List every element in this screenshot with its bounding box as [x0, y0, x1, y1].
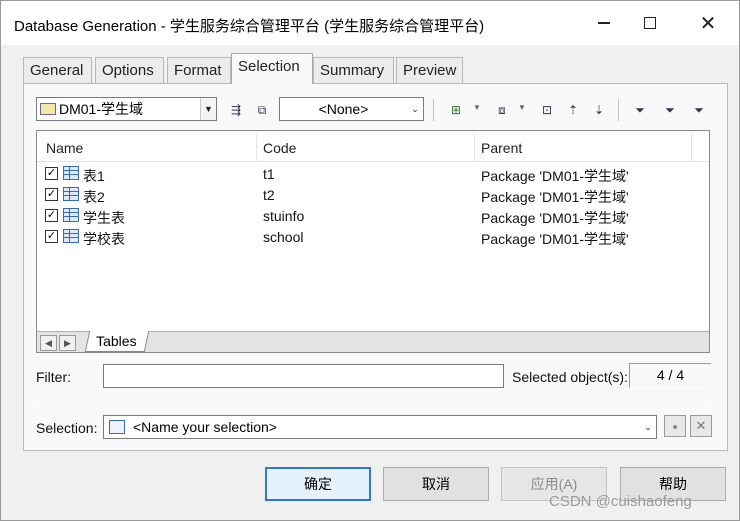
object-list[interactable]: Name Code Parent ✓ 表1 t1 Package 'DM01-学… — [36, 130, 710, 353]
filter-icon[interactable]: ⏷ — [631, 101, 649, 119]
row-code: t1 — [263, 166, 275, 182]
row-name: 表2 — [83, 189, 105, 205]
save-icon: ▪ — [672, 418, 678, 434]
cancel-button[interactable]: 取消 — [383, 467, 489, 501]
move-up-icon[interactable]: ⇡ — [564, 101, 582, 119]
chevron-down-icon: ⌄ — [407, 98, 423, 120]
window-title: Database Generation - 学生服务综合管理平台 (学生服务综合… — [14, 18, 485, 35]
delete-icon: ✕ — [695, 418, 707, 433]
table-row[interactable]: ✓ 表1 t1 Package 'DM01-学生域' — [37, 164, 709, 185]
title-bar: Database Generation - 学生服务综合管理平台 (学生服务综合… — [1, 1, 739, 45]
filter-input[interactable] — [103, 364, 504, 388]
chevron-down-icon[interactable]: ▼ — [518, 103, 526, 112]
row-checkbox[interactable]: ✓ — [45, 230, 58, 243]
package-select-value: DM01-学生域 — [59, 101, 144, 117]
chevron-down-icon: ⌄ — [640, 416, 656, 438]
selected-objects-label: Selected object(s): — [512, 369, 628, 385]
selected-objects-count: 4 / 4 — [629, 363, 711, 388]
table-icon — [63, 187, 79, 201]
table-icon — [63, 229, 79, 243]
selection-filter-value: <None> — [318, 101, 369, 117]
toolbar-separator — [618, 99, 619, 121]
chevron-left-icon: ◀ — [45, 337, 52, 348]
select-all-icon[interactable]: ⊞ — [447, 101, 465, 119]
column-header-name[interactable]: Name — [46, 140, 83, 156]
row-name: 表1 — [83, 168, 105, 184]
row-checkbox[interactable]: ✓ — [45, 188, 58, 201]
toolbar-separator — [433, 99, 434, 121]
selection-name-select[interactable]: <Name your selection> ⌄ — [103, 415, 657, 439]
list-header: Name Code Parent — [37, 131, 709, 162]
watermark: CSDN @cuishaofeng — [549, 493, 692, 510]
scroll-left-button[interactable]: ◀ — [40, 335, 57, 351]
table-icon — [63, 208, 79, 222]
database-generation-dialog: Database Generation - 学生服务综合管理平台 (学生服务综合… — [0, 0, 740, 521]
row-parent: Package 'DM01-学生域' — [481, 231, 629, 247]
selection-list-icon — [109, 420, 125, 434]
scroll-right-button[interactable]: ▶ — [59, 335, 76, 351]
row-checkbox[interactable]: ✓ — [45, 209, 58, 222]
selection-name-value: <Name your selection> — [133, 419, 277, 435]
select-in-diagram-icon[interactable]: ⊡ — [538, 101, 556, 119]
column-header-parent[interactable]: Parent — [481, 140, 522, 156]
chevron-down-icon[interactable]: ▼ — [473, 103, 481, 112]
row-code: school — [263, 229, 304, 245]
tab-format[interactable]: Format — [167, 57, 231, 83]
sheet-tab-strip: ◀ ▶ Tables — [37, 331, 709, 352]
table-row[interactable]: ✓ 学校表 school Package 'DM01-学生域' — [37, 227, 709, 248]
filter-label: Filter: — [36, 369, 71, 385]
save-selection-button[interactable]: ▪ — [664, 415, 686, 437]
minimize-button[interactable] — [581, 1, 627, 45]
column-divider[interactable] — [474, 133, 475, 161]
sheet-tab-tables[interactable]: Tables — [84, 331, 150, 352]
table-row[interactable]: ✓ 学生表 stuinfo Package 'DM01-学生域' — [37, 206, 709, 227]
deselect-all-icon[interactable]: ⧈ — [493, 101, 511, 119]
include-subpackages-icon[interactable]: ⇶ — [227, 101, 245, 119]
selection-label: Selection: — [36, 420, 98, 436]
delete-selection-button[interactable]: ✕ — [690, 415, 712, 437]
row-parent: Package 'DM01-学生域' — [481, 168, 629, 184]
ok-button[interactable]: 确定 — [265, 467, 371, 501]
table-row[interactable]: ✓ 表2 t2 Package 'DM01-学生域' — [37, 185, 709, 206]
row-code: t2 — [263, 187, 275, 203]
row-name: 学校表 — [83, 231, 125, 247]
tab-preview[interactable]: Preview — [396, 57, 463, 83]
column-divider[interactable] — [256, 133, 257, 161]
package-icon — [40, 103, 56, 115]
row-code: stuinfo — [263, 208, 305, 224]
filter-selection-icon[interactable]: ⏷ — [690, 101, 708, 119]
maximize-button[interactable] — [627, 1, 673, 45]
row-name: 学生表 — [83, 210, 125, 226]
tab-general[interactable]: General — [23, 57, 92, 83]
row-parent: Package 'DM01-学生域' — [481, 189, 629, 205]
table-icon — [63, 166, 79, 180]
chevron-right-icon: ▶ — [64, 337, 71, 348]
open-package-icon[interactable]: ⧉ — [253, 101, 271, 119]
move-down-icon[interactable]: ⇣ — [590, 101, 608, 119]
selection-filter-select[interactable]: <None> ⌄ — [279, 97, 424, 121]
tab-options[interactable]: Options — [95, 57, 164, 83]
minimize-icon — [598, 22, 610, 24]
column-header-code[interactable]: Code — [263, 140, 296, 156]
maximize-icon — [644, 17, 656, 29]
row-checkbox[interactable]: ✓ — [45, 167, 58, 180]
close-icon: ✕ — [699, 12, 717, 35]
filter-checked-icon[interactable]: ⏷ — [661, 101, 679, 119]
close-button[interactable]: ✕ — [685, 1, 731, 45]
row-parent: Package 'DM01-学生域' — [481, 210, 629, 226]
chevron-down-icon: ▼ — [200, 98, 216, 120]
package-select[interactable]: DM01-学生域 ▼ — [36, 97, 217, 121]
tab-summary[interactable]: Summary — [313, 57, 394, 83]
column-divider[interactable] — [691, 133, 692, 161]
divider — [36, 402, 710, 403]
tab-selection[interactable]: Selection — [231, 53, 313, 84]
